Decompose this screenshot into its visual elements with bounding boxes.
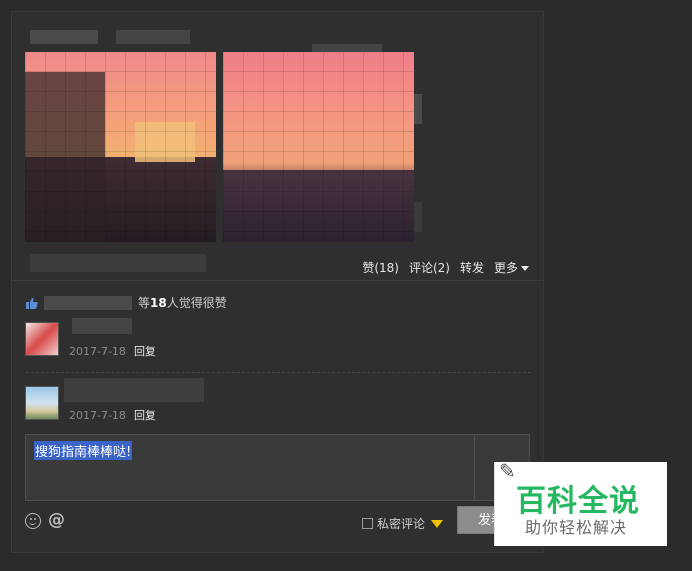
likes-suffix: 人觉得很赞 — [166, 296, 227, 310]
editor-toolbar: @ 私密评论 发表 — [25, 506, 543, 534]
thumbs-up-icon — [26, 297, 38, 309]
post-action-bar: 赞(18) 评论(2) 转发 更多 — [362, 259, 529, 276]
avatar[interactable] — [25, 322, 59, 356]
emoji-icon[interactable] — [25, 513, 41, 529]
comment-date: 2017-7-18 — [69, 345, 126, 358]
more-label: 更多 — [493, 261, 518, 275]
pen-icon: ✎ — [499, 459, 516, 483]
avatar[interactable] — [25, 386, 59, 420]
chevron-down-icon — [521, 266, 529, 271]
comment-separator — [26, 372, 531, 373]
comment-date: 2017-7-18 — [69, 409, 126, 422]
private-comment-checkbox[interactable] — [362, 518, 373, 529]
post-photo-1[interactable] — [25, 52, 216, 242]
input-divider — [474, 435, 475, 500]
blurred-commenter-name — [72, 318, 132, 334]
blurred-commenter-name — [64, 378, 204, 402]
likes-count: 18 — [150, 296, 167, 310]
comment-item — [25, 386, 59, 420]
private-comment-option[interactable]: 私密评论 — [362, 515, 444, 532]
more-action[interactable]: 更多 — [494, 259, 529, 276]
post-photo-2[interactable] — [223, 52, 414, 242]
reply-link[interactable]: 回复 — [134, 409, 156, 422]
like-action[interactable]: 赞(18) — [362, 259, 399, 276]
blurred-likers — [44, 295, 132, 310]
likes-summary: 等18人觉得很赞 — [26, 294, 227, 311]
likes-prefix: 等 — [138, 296, 151, 310]
comment-meta: 2017-7-18 回复 — [69, 343, 156, 359]
mention-icon[interactable]: @ — [48, 510, 65, 530]
comment-item — [25, 322, 59, 356]
private-comment-label: 私密评论 — [377, 517, 426, 531]
comment-action[interactable]: 评论(2) — [409, 259, 450, 276]
comment-input[interactable]: 搜狗指南棒棒哒! — [25, 434, 530, 501]
post-card: 赞(18) 评论(2) 转发 更多 等18人觉得很赞 2017-7-18 回复 2… — [11, 11, 544, 553]
blurred-author-name — [30, 30, 98, 44]
diamond-icon — [431, 519, 444, 528]
watermark-logo: ✎ 百科全说 助你轻松解决 — [494, 459, 667, 546]
comment-input-value: 搜狗指南棒棒哒! — [34, 441, 133, 460]
blurred-caption — [30, 254, 206, 272]
comment-meta: 2017-7-18 回复 — [69, 407, 156, 423]
action-divider — [12, 280, 543, 281]
likes-text: 等18人觉得很赞 — [138, 294, 227, 311]
watermark-sub-text: 助你轻松解决 — [525, 518, 628, 537]
reply-link[interactable]: 回复 — [134, 345, 156, 358]
blurred-author-handle — [116, 30, 190, 44]
forward-action[interactable]: 转发 — [460, 259, 484, 276]
